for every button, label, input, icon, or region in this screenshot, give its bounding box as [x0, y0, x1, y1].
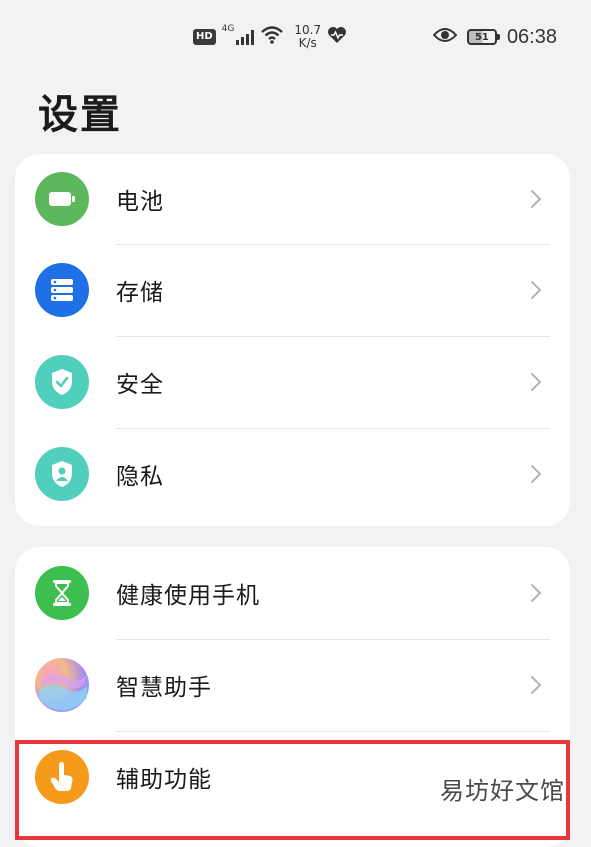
status-left-group: HD 4G 10.7 K/s: [193, 22, 347, 52]
settings-group-1: 电池 存储 安全 隐私: [15, 154, 570, 526]
status-bar: HD 4G 10.7 K/s 51 06:38: [0, 0, 591, 72]
settings-item-digital-balance[interactable]: 健康使用手机: [15, 547, 570, 639]
chevron-right-icon: [526, 372, 546, 392]
chevron-right-icon: [526, 583, 546, 603]
hourglass-icon: [35, 566, 89, 620]
chevron-right-icon: [526, 280, 546, 300]
battery-icon: [35, 172, 89, 226]
settings-item-label: 安全: [116, 372, 164, 398]
settings-item-security[interactable]: 安全: [15, 336, 570, 428]
settings-item-label: 智慧助手: [116, 675, 212, 701]
wifi-icon: [260, 25, 284, 49]
battery-indicator: 51: [466, 29, 500, 45]
chevron-right-icon: [526, 675, 546, 695]
network-generation: 4G: [221, 24, 235, 34]
settings-item-smart-assistant[interactable]: 智慧助手: [15, 639, 570, 731]
security-shield-icon: [35, 355, 89, 409]
settings-item-label: 健康使用手机: [116, 583, 260, 609]
settings-item-label: 辅助功能: [116, 767, 212, 793]
settings-item-label: 隐私: [116, 464, 164, 490]
accessibility-hand-icon: [35, 750, 89, 804]
settings-item-label: 电池: [116, 189, 164, 215]
assistant-icon: [35, 658, 89, 712]
storage-icon: [35, 263, 89, 317]
settings-item-battery[interactable]: 电池: [15, 154, 570, 244]
network-speed: 10.7 K/s: [294, 24, 321, 50]
settings-item-privacy[interactable]: 隐私: [15, 428, 570, 520]
speed-unit: K/s: [298, 36, 317, 50]
privacy-shield-icon: [35, 447, 89, 501]
hd-badge: HD: [193, 29, 216, 45]
eye-icon: [432, 27, 458, 47]
status-right-group: 51 06:38: [432, 24, 557, 50]
clock: 06:38: [506, 25, 557, 48]
health-heart-icon: [327, 26, 347, 48]
chevron-right-icon: [526, 464, 546, 484]
settings-item-label: 存储: [116, 280, 164, 306]
chevron-right-icon: [526, 189, 546, 209]
signal-icon: [236, 29, 255, 45]
battery-level: 51: [474, 31, 489, 43]
page-title: 设置: [38, 92, 122, 138]
settings-item-storage[interactable]: 存储: [15, 244, 570, 336]
watermark: 易坊好文馆: [440, 777, 565, 805]
